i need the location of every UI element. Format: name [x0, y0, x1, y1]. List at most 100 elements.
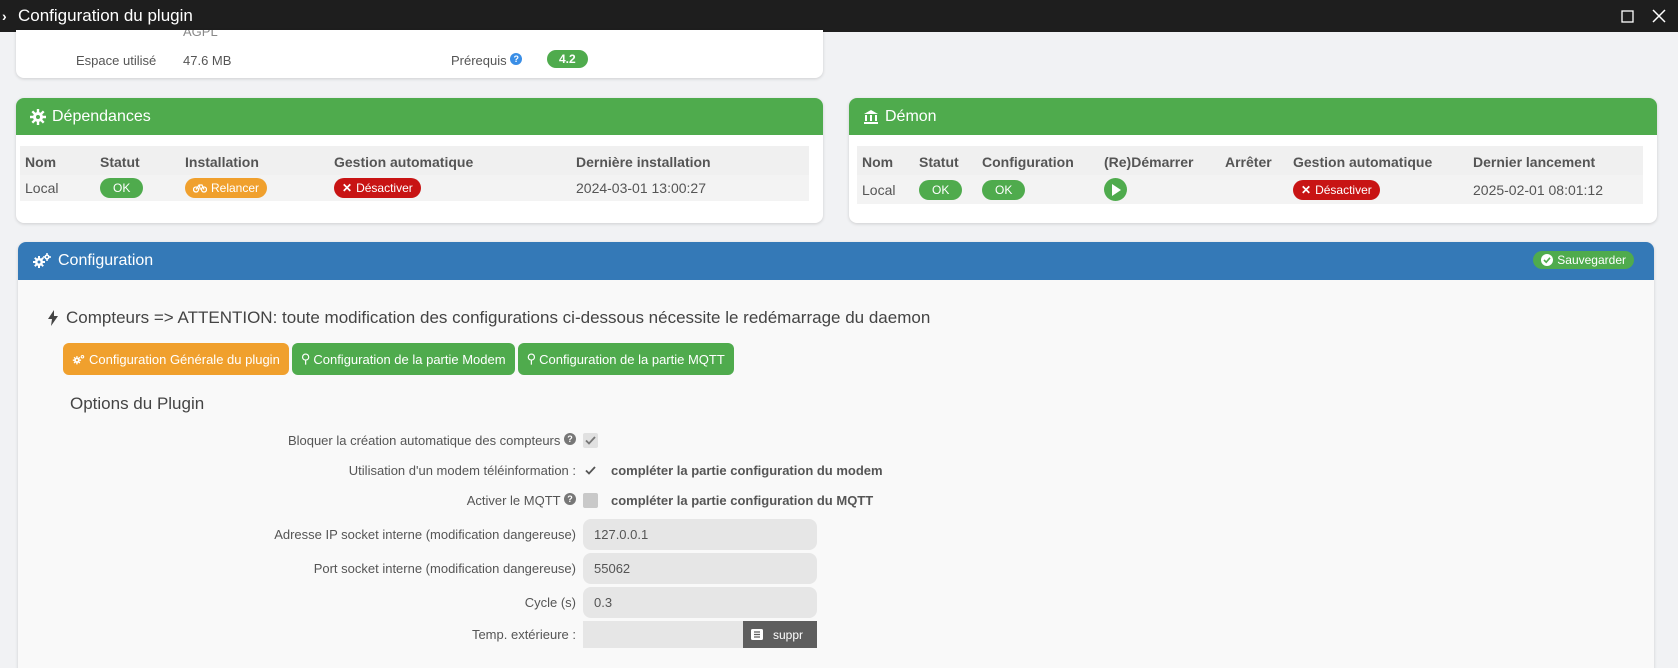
block-auto-create-checkbox[interactable]	[583, 433, 598, 448]
desactiver-button[interactable]: ✕ Désactiver	[334, 178, 421, 198]
cell-nom: Local	[20, 175, 95, 201]
play-icon	[1111, 183, 1121, 196]
configuration-panel: Configuration Sauvegarder Compteurs => A…	[18, 242, 1654, 668]
prereq-label-text: Prérequis	[451, 53, 507, 68]
plugin-info-panel: AGPL Espace utilisé 47.6 MB Prérequis ? …	[16, 30, 823, 78]
warning-text: Compteurs => ATTENTION: toute modificati…	[66, 308, 931, 327]
cycle-input[interactable]	[583, 587, 817, 618]
config-badge: OK	[982, 179, 1026, 200]
help-icon[interactable]: ?	[510, 53, 523, 65]
bicycle-icon	[193, 184, 207, 193]
prereq-version: 4.2	[547, 50, 588, 68]
field-port: Port socket interne (modification danger…	[18, 553, 918, 584]
check-icon	[585, 436, 596, 445]
ip-input[interactable]	[583, 519, 817, 550]
dependances-table: Nom Statut Installation Gestion automati…	[20, 146, 809, 201]
cell-dernier: 2025-02-01 08:01:12	[1468, 175, 1643, 204]
help-icon[interactable]: ?	[564, 493, 576, 505]
relancer-button[interactable]: Relancer	[185, 178, 268, 198]
window-title: Configuration du plugin	[18, 6, 193, 25]
field-label: Activer le MQTT ?	[36, 493, 576, 508]
check-circle-icon	[1541, 254, 1554, 266]
field-mqtt: Activer le MQTT ? compléter la partie co…	[18, 485, 918, 515]
times-icon: ✕	[1301, 182, 1312, 197]
field-label: Bloquer la création automatique des comp…	[36, 433, 576, 448]
field-label: Cycle (s)	[524, 595, 576, 610]
close-icon[interactable]	[1650, 7, 1668, 25]
cog-icon	[30, 108, 46, 125]
prereq-label: Prérequis ?	[451, 53, 523, 68]
col-statut: Statut	[914, 146, 977, 175]
configuration-title: Configuration	[58, 252, 154, 269]
tab-modem-label: Configuration de la partie Modem	[313, 351, 506, 367]
col-configuration: Configuration	[977, 146, 1099, 175]
relancer-label: Relancer	[211, 181, 260, 195]
tab-modem[interactable]: ⚲ Configuration de la partie Modem	[291, 343, 515, 375]
times-icon: ✕	[342, 181, 353, 195]
modem-checkbox[interactable]	[583, 463, 598, 478]
temp-input[interactable]	[583, 621, 743, 648]
bank-icon	[863, 109, 879, 125]
demon-table: Nom Statut Configuration (Re)Démarrer Ar…	[857, 146, 1643, 204]
tab-general-label: Configuration Générale du plugin	[89, 351, 280, 367]
col-gestion: Gestion automatique	[1288, 146, 1468, 175]
chevron-right-icon[interactable]: ›	[2, 8, 16, 24]
demon-header: Démon	[849, 98, 1657, 135]
desactiver-label: Désactiver	[1315, 182, 1372, 197]
maximize-icon[interactable]	[1618, 7, 1636, 25]
desactiver-button[interactable]: ✕ Désactiver	[1293, 179, 1380, 200]
help-icon[interactable]: ?	[564, 433, 576, 445]
field-ip: Adresse IP socket interne (modification …	[18, 519, 918, 550]
suppr-button[interactable]: suppr	[743, 621, 817, 648]
col-nom: Nom	[20, 146, 95, 175]
cell-nom: Local	[857, 175, 914, 204]
col-dernier: Dernier lancement	[1468, 146, 1643, 175]
window-titlebar: › Configuration du plugin	[0, 0, 1678, 32]
cell-arreter	[1220, 175, 1288, 204]
field-label: Utilisation d'un modem téléinformation :	[348, 463, 576, 478]
dependances-title: Dépendances	[52, 107, 151, 125]
list-icon	[751, 629, 763, 640]
field-cycle: Cycle (s)	[18, 587, 918, 618]
col-redemarrer: (Re)Démarrer	[1099, 146, 1220, 175]
field-temp: Temp. extérieure : suppr	[18, 621, 918, 651]
tab-general[interactable]: Configuration Générale du plugin	[63, 343, 289, 375]
field-block-auto-create: Bloquer la création automatique des comp…	[18, 425, 918, 455]
mqtt-checkbox[interactable]	[583, 493, 598, 508]
restart-button[interactable]	[1104, 178, 1127, 201]
demon-panel: Démon Nom Statut Configuration (Re)Démar…	[849, 98, 1657, 223]
table-row: Local OK OK ✕ Désactiver 2025-02-01 08:0…	[857, 175, 1643, 204]
field-label: Temp. extérieure :	[471, 627, 576, 642]
save-label: Sauvegarder	[1557, 253, 1626, 267]
col-derniere: Dernière installation	[571, 146, 809, 175]
field-label: Adresse IP socket interne (modification …	[274, 527, 576, 542]
tab-mqtt-label: Configuration de la partie MQTT	[539, 351, 725, 367]
dependances-header: Dépendances	[16, 98, 823, 135]
mqtt-label-text: Activer le MQTT	[466, 493, 561, 508]
col-statut: Statut	[95, 146, 180, 175]
cogs-icon	[72, 354, 85, 364]
modem-note: compléter la partie configuration du mod…	[611, 463, 883, 478]
port-input[interactable]	[583, 553, 817, 584]
col-arreter: Arrêter	[1220, 146, 1288, 175]
paperclip-icon: ⚲	[526, 351, 537, 366]
desactiver-label: Désactiver	[356, 181, 413, 195]
check-icon	[585, 466, 596, 475]
save-button[interactable]: Sauvegarder	[1533, 251, 1634, 269]
bolt-icon	[48, 310, 58, 326]
status-badge: OK	[919, 179, 963, 200]
dependances-panel: Dépendances Nom Statut Installation Gest…	[16, 98, 823, 223]
warning-message: Compteurs => ATTENTION: toute modificati…	[48, 308, 930, 328]
field-modem: Utilisation d'un modem téléinformation :…	[18, 455, 918, 485]
license-value: AGPL	[183, 30, 218, 39]
col-gestion: Gestion automatique	[329, 146, 571, 175]
field-label: Port socket interne (modification danger…	[313, 561, 576, 576]
configuration-header: Configuration Sauvegarder	[18, 242, 1654, 280]
mqtt-note: compléter la partie configuration du MQT…	[611, 493, 874, 508]
status-badge: OK	[100, 178, 144, 198]
suppr-label: suppr	[773, 627, 804, 642]
tab-mqtt[interactable]: ⚲ Configuration de la partie MQTT	[517, 343, 734, 375]
col-installation: Installation	[180, 146, 329, 175]
config-tabs: Configuration Générale du plugin ⚲ Confi…	[63, 343, 734, 375]
demon-title: Démon	[885, 107, 937, 125]
